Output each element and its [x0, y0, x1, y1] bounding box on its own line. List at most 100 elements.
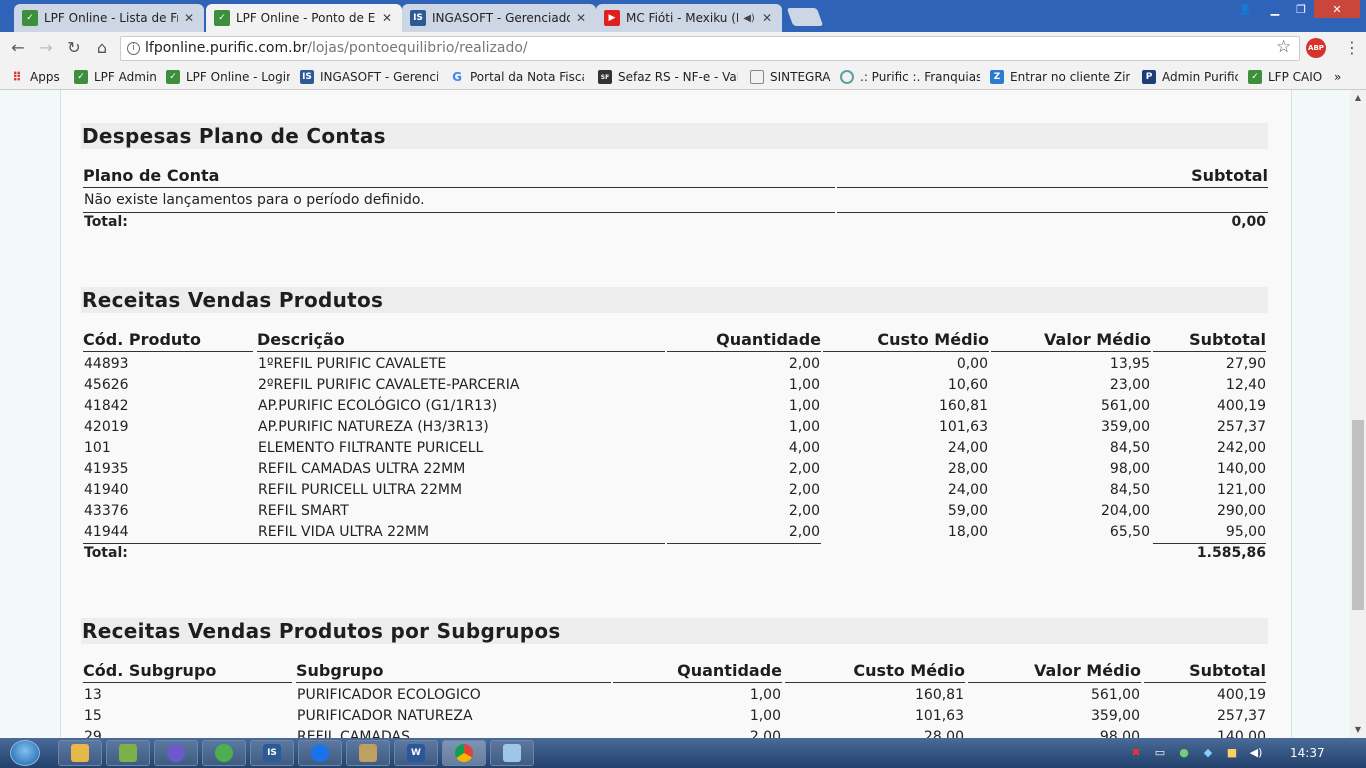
bookmark-label: INGASOFT - Gerencia	[320, 70, 438, 84]
adblock-icon[interactable]: ABP	[1306, 38, 1326, 58]
bookmark-lpf-login[interactable]: ✓ LPF Online - Login	[166, 68, 290, 86]
cell-valor: 561,00	[1091, 687, 1140, 703]
receitas-title: Receitas Vendas Produtos	[81, 287, 1268, 313]
scroll-down-icon[interactable]: ▼	[1350, 722, 1366, 738]
scrollbar-thumb[interactable]	[1352, 420, 1364, 610]
cell-cod: 101	[84, 440, 111, 456]
tab-youtube[interactable]: ▶ MC Fióti - Mexiku (Ko ◀) ✕	[596, 4, 782, 32]
empty-message: Não existe lançamentos para o período de…	[84, 192, 425, 208]
close-window-button[interactable]: ✕	[1314, 0, 1360, 18]
bookmark-nota-fiscal[interactable]: G Portal da Nota Fiscal	[450, 68, 584, 86]
home-button[interactable]: ⌂	[92, 38, 112, 58]
network-tray-icon[interactable]: ▭	[1152, 745, 1168, 761]
volume-icon[interactable]: ◀)	[1248, 745, 1264, 761]
more-bookmarks-button[interactable]: »	[1334, 68, 1348, 86]
tab-lpf-ponto[interactable]: ✓ LPF Online - Ponto de Eq ✕	[206, 4, 402, 32]
tab-bar: ✓ LPF Online - Lista de Fran ✕ ✓ LPF Onl…	[0, 0, 1366, 32]
col-quantidade: Quantidade	[613, 661, 782, 683]
total-label: Total:	[84, 214, 128, 230]
green-app-icon[interactable]	[202, 740, 246, 766]
bookmark-lpf-admin[interactable]: ✓ LPF Admin	[74, 68, 158, 86]
bookmark-label: Entrar no cliente Zimb	[1010, 70, 1130, 84]
bookmark-lfp-caio[interactable]: ✓ LFP CAIO	[1248, 68, 1324, 86]
cell-custo: 10,60	[947, 377, 988, 393]
explorer-icon[interactable]	[58, 740, 102, 766]
chrome-icon[interactable]	[442, 740, 486, 766]
address-bar[interactable]: i lfponline.purific.com.br/lojas/pontoeq…	[120, 36, 1300, 61]
tools-icon[interactable]	[346, 740, 390, 766]
security-icon[interactable]: ■	[1224, 745, 1240, 761]
menu-icon[interactable]: ⋮	[1344, 38, 1360, 57]
cell-desc: AP.PURIFIC ECOLÓGICO (G1/1R13)	[258, 398, 498, 414]
cell-custo: 160,81	[939, 398, 988, 414]
back-button[interactable]: ←	[8, 38, 28, 58]
close-icon[interactable]: ✕	[760, 11, 774, 25]
subgrupos-title: Receitas Vendas Produtos por Subgrupos	[81, 618, 1268, 644]
notepad-icon[interactable]	[490, 740, 534, 766]
scroll-up-icon[interactable]: ▲	[1350, 90, 1366, 106]
cell-qtd: 1,00	[749, 708, 781, 724]
col-custo-medio: Custo Médio	[785, 661, 965, 683]
lpf-leaf-icon: ✓	[166, 70, 180, 84]
tab-lpf-lista[interactable]: ✓ LPF Online - Lista de Fran ✕	[14, 4, 204, 32]
url-path: /lojas/pontoequilibrio/realizado/	[307, 40, 528, 56]
start-button[interactable]	[10, 740, 40, 766]
bookmark-apps[interactable]: ⠿ Apps	[10, 68, 68, 86]
cell-desc: PURIFICADOR ECOLOGICO	[297, 687, 481, 703]
bookmark-sintegra[interactable]: SINTEGRA	[750, 68, 832, 86]
cell-subtotal: 95,00	[1225, 524, 1266, 540]
tab-ingasoft[interactable]: IS INGASOFT - Gerenciador ✕	[402, 4, 596, 32]
close-icon[interactable]: ✕	[574, 11, 588, 25]
network-icon[interactable]	[106, 740, 150, 766]
page-viewport: Despesas Plano de Contas Plano de Conta …	[0, 90, 1350, 738]
bookmark-label: SINTEGRA	[770, 70, 831, 84]
cell-subtotal: 140,00	[1217, 461, 1266, 477]
new-tab-button[interactable]	[786, 8, 824, 26]
close-icon[interactable]: ✕	[380, 11, 394, 25]
cell-desc: 1ºREFIL PURIFIC CAVALETE	[258, 356, 447, 372]
word-icon[interactable]: W	[394, 740, 438, 766]
cell-desc: REFIL CAMADAS	[297, 729, 411, 738]
cell-desc: REFIL CAMADAS ULTRA 22MM	[258, 461, 466, 477]
divider	[83, 543, 665, 544]
bookmark-label: .: Purific :. Franquias c	[860, 70, 980, 84]
bookmark-purific-franquias[interactable]: .: Purific :. Franquias c	[840, 68, 980, 86]
cell-custo: 160,81	[915, 687, 964, 703]
bookmark-ingasoft[interactable]: IS INGASOFT - Gerencia	[300, 68, 438, 86]
ingasoft-task-icon[interactable]: IS	[250, 740, 294, 766]
clock[interactable]: 14:37	[1290, 746, 1325, 760]
vertical-scrollbar[interactable]: ▲ ▼	[1350, 90, 1366, 738]
cell-subtotal: 257,37	[1217, 708, 1266, 724]
lpf-leaf-icon: ✓	[22, 10, 38, 26]
teamviewer-icon[interactable]	[298, 740, 342, 766]
cell-custo: 28,00	[923, 729, 964, 738]
col-subtotal: Subtotal	[1144, 661, 1266, 683]
maximize-button[interactable]: ❐	[1288, 0, 1314, 18]
total-value: 1.585,86	[1196, 545, 1266, 561]
bookmark-sefaz[interactable]: SF Sefaz RS - NF-e - Vali	[598, 68, 738, 86]
cell-custo: 28,00	[947, 461, 988, 477]
bookmark-star-icon[interactable]: ☆	[1276, 37, 1291, 57]
reload-button[interactable]: ↻	[64, 38, 84, 58]
bookmark-zimbra[interactable]: Z Entrar no cliente Zimb	[990, 68, 1130, 86]
cell-valor: 84,50	[1109, 440, 1150, 456]
sync-icon[interactable]: ●	[1176, 745, 1192, 761]
cell-subtotal: 140,00	[1217, 729, 1266, 738]
audio-icon: ◀)	[743, 12, 755, 24]
cell-qtd: 1,00	[749, 687, 781, 703]
col-cod-subgrupo: Cód. Subgrupo	[83, 661, 292, 683]
bluetooth-icon[interactable]: ◆	[1200, 745, 1216, 761]
divider	[83, 212, 835, 213]
bookmark-admin-purific[interactable]: P Admin Purific	[1142, 68, 1238, 86]
forward-button[interactable]: →	[36, 38, 56, 58]
close-icon[interactable]: ✕	[182, 11, 196, 25]
profile-icon[interactable]: 👤	[1232, 0, 1258, 18]
cell-custo: 101,63	[939, 419, 988, 435]
youtube-icon: ▶	[604, 10, 620, 26]
app-swirl-icon[interactable]	[154, 740, 198, 766]
info-icon[interactable]: i	[127, 42, 140, 55]
cell-qtd: 2,00	[788, 356, 820, 372]
flag-alert-icon[interactable]: ✖	[1128, 745, 1144, 761]
cell-valor: 359,00	[1101, 419, 1150, 435]
minimize-button[interactable]: ▁	[1262, 0, 1288, 18]
